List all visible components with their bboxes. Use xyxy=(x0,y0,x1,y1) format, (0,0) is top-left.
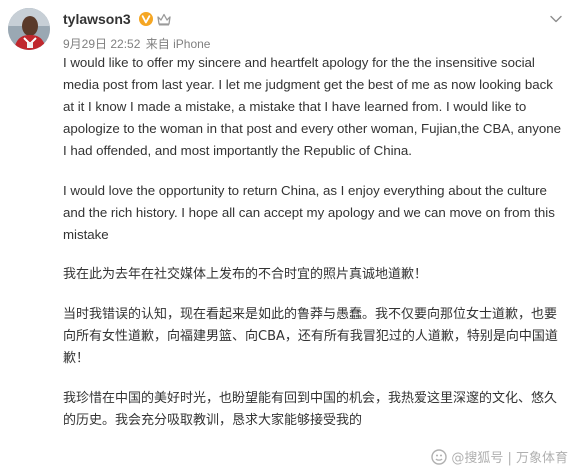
post-meta: 9月29日 22:52 来自 iPhone xyxy=(63,35,210,52)
post-paragraph-en: I would like to offer my sincere and hea… xyxy=(63,55,562,158)
post-source-label: 来自 xyxy=(145,37,170,51)
verified-v-badge-icon[interactable] xyxy=(139,12,153,26)
post-timestamp[interactable]: 9月29日 22:52 xyxy=(63,37,140,51)
post-device-link[interactable]: iPhone xyxy=(173,37,210,51)
post-body: I would like to offer my sincere and hea… xyxy=(63,52,563,450)
post-header: tylawson3 9月29日 22:52 来自 iPhone xyxy=(63,8,574,52)
post-paragraph-zh: 我珍惜在中国的美好时光，也盼望能有回到中国的机会，我热爱这里深邃的文化、悠久的历… xyxy=(63,391,558,428)
chevron-down-icon[interactable] xyxy=(550,15,562,23)
crown-icon[interactable] xyxy=(157,13,171,26)
post-paragraph-zh: 我在此为去年在社交媒体上发布的不合时宜的照片真诚地道歉！ xyxy=(63,267,428,282)
sohu-logo-icon xyxy=(431,448,448,465)
avatar[interactable] xyxy=(8,8,50,50)
post-paragraph-zh: 当时我错误的认知，现在看起来是如此的鲁莽与愚蠢。我不仅要向那位女士道歉，也要向所… xyxy=(63,307,558,366)
post-paragraph-en: I would love the opportunity to return C… xyxy=(63,183,555,242)
username-link[interactable]: tylawson3 xyxy=(63,11,131,27)
avatar-photo xyxy=(8,8,50,50)
